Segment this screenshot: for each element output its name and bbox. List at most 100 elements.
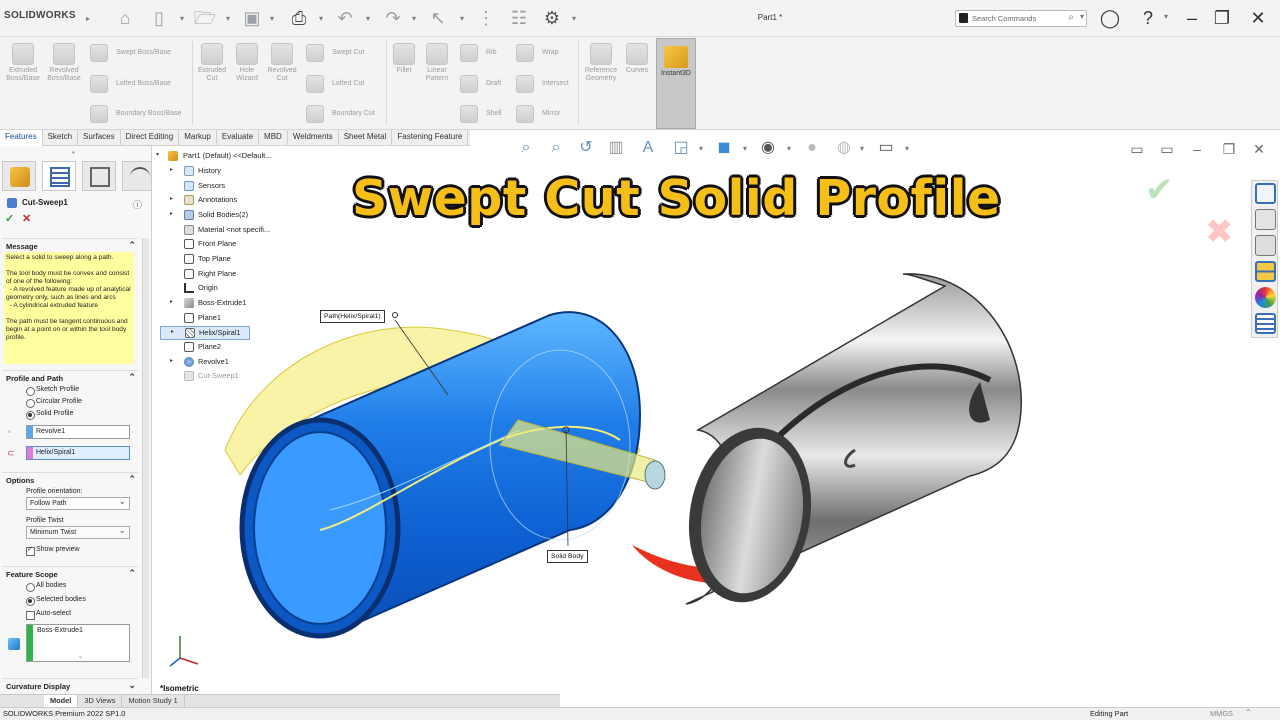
expand-arrow-icon[interactable]: ▸	[170, 298, 173, 305]
search-icon[interactable]: ⌕	[1068, 12, 1074, 23]
design-library-icon[interactable]	[1255, 209, 1276, 230]
home-icon[interactable]: ⌂	[113, 6, 137, 30]
body-list-item[interactable]: Boss-Extrude1	[37, 627, 83, 634]
intersect-button[interactable]: Intersect	[516, 74, 569, 94]
redo-icon[interactable]: ↷	[381, 6, 405, 30]
extruded-cut-button[interactable]: Extruded Cut	[196, 43, 228, 83]
view-palette-icon[interactable]	[1255, 261, 1276, 282]
swept-boss-button[interactable]: Swept Boss/Base	[90, 43, 171, 63]
viewport-tile-icon[interactable]: ▭	[1128, 140, 1146, 158]
file-explorer-icon[interactable]	[1255, 235, 1276, 256]
collapse-chevron-icon[interactable]: ⌃	[128, 568, 136, 579]
tab-direct-editing[interactable]: Direct Editing	[121, 130, 180, 146]
restore-window-icon[interactable]: ❐	[1210, 7, 1234, 29]
zoom-to-fit-icon[interactable]: ⌕	[515, 136, 537, 160]
revolved-boss-button[interactable]: Revolved Boss/Base	[44, 43, 84, 83]
panel-grip-icon[interactable]: •	[72, 148, 75, 157]
gear-icon[interactable]: ⚙	[540, 6, 564, 30]
wrap-button[interactable]: Wrap	[516, 43, 559, 63]
tab-sheet-metal[interactable]: Sheet Metal	[339, 130, 393, 146]
gear-dropdown-icon[interactable]: ▾	[572, 14, 576, 23]
hide-show-dropdown[interactable]: ▾	[787, 144, 791, 153]
display-style-dropdown[interactable]: ▾	[743, 144, 747, 153]
apply-scene-icon[interactable]: ◍	[833, 136, 855, 160]
tab-3d-views[interactable]: 3D Views	[78, 695, 123, 707]
edit-appearance-icon[interactable]: ●	[801, 136, 823, 160]
tab-markup[interactable]: Markup	[179, 130, 217, 146]
select-arrow-icon[interactable]: ↖	[426, 6, 450, 30]
linear-pattern-button[interactable]: Linear Pattern	[420, 43, 454, 83]
help-dropdown-icon[interactable]: ▾	[1164, 12, 1168, 21]
hole-wizard-button[interactable]: Hole Wizard	[231, 43, 263, 83]
zoom-area-icon[interactable]: ⌕	[545, 136, 567, 160]
minimize-window-icon[interactable]: –	[1180, 7, 1204, 29]
hide-show-items-icon[interactable]: ◉	[757, 136, 779, 160]
expand-arrow-icon[interactable]: ▸	[170, 166, 173, 173]
cancel-x-icon[interactable]: ✕	[22, 212, 31, 225]
solid-body-callout[interactable]: Solid Body	[547, 550, 588, 563]
open-folder-icon[interactable]: 🗁	[193, 6, 217, 30]
collapse-chevron-icon[interactable]: ⌃	[128, 240, 136, 251]
search-dropdown-icon[interactable]: ▾	[1080, 12, 1084, 21]
expand-arrow-icon[interactable]: ▸	[170, 210, 173, 217]
print-dropdown-icon[interactable]: ▾	[319, 14, 323, 23]
list-resize-grip[interactable]: ▿	[79, 654, 82, 661]
tab-mbd[interactable]: MBD	[259, 130, 288, 146]
unit-system[interactable]: MMGS	[1210, 709, 1233, 718]
lofted-cut-button[interactable]: Lofted Cut	[306, 74, 364, 94]
fillet-button[interactable]: Fillet	[391, 43, 417, 75]
orientation-select[interactable]: Follow Path	[26, 496, 130, 510]
swept-cut-button[interactable]: Swept Cut	[306, 43, 364, 63]
boundary-cut-button[interactable]: Boundary Cut	[306, 104, 375, 124]
help-icon[interactable]: ?	[1136, 7, 1160, 29]
revolved-cut-button[interactable]: Revolved Cut	[265, 43, 299, 83]
radio-sketch-profile[interactable]: Sketch Profile	[26, 386, 79, 396]
select-dropdown-icon[interactable]: ▾	[460, 14, 464, 23]
boundary-boss-button[interactable]: Boundary Boss/Base	[90, 104, 181, 124]
view-orientation-dropdown[interactable]: ▾	[699, 144, 703, 153]
radio-circular-profile[interactable]: Circular Profile	[26, 398, 82, 408]
print-icon[interactable]: ⎙	[287, 6, 311, 30]
lofted-boss-button[interactable]: Lofted Boss/Base	[90, 74, 171, 94]
extruded-boss-button[interactable]: Extruded Boss/Base	[4, 43, 42, 83]
viewport-maximize-icon[interactable]: ❐	[1220, 140, 1238, 158]
status-expand-icon[interactable]: ⌃	[1245, 708, 1252, 717]
graphics-area[interactable]	[200, 270, 1080, 650]
property-manager-tab[interactable]	[42, 161, 76, 191]
traffic-light-icon[interactable]: ⋮	[474, 6, 498, 30]
tab-weldments[interactable]: Weldments	[288, 130, 339, 146]
confirm-check-icon[interactable]: ✔	[1145, 170, 1174, 210]
view-settings-icon[interactable]: ▭	[875, 136, 897, 160]
save-dropdown-icon[interactable]: ▾	[270, 14, 274, 23]
open-dropdown-icon[interactable]: ▾	[226, 14, 230, 23]
path-callout[interactable]: Path(Helix/Spiral1)	[320, 310, 385, 323]
user-account-icon[interactable]: ◯	[1098, 7, 1122, 29]
new-document-icon[interactable]: ▯	[147, 6, 171, 30]
options-list-icon[interactable]: ☷	[507, 6, 531, 30]
viewport-close-icon[interactable]: ✕	[1250, 140, 1268, 158]
expand-arrow-icon[interactable]: ▸	[171, 328, 174, 335]
help-icon[interactable]: ⓘ	[133, 198, 142, 211]
search-input[interactable]: Search Commands ⌕	[955, 10, 1087, 27]
collapse-chevron-icon[interactable]: ⌃	[128, 372, 136, 383]
auto-select-checkbox[interactable]: Auto-select	[26, 610, 71, 620]
undo-icon[interactable]: ↶	[333, 6, 357, 30]
menu-arrow-icon[interactable]: ▸	[86, 14, 90, 23]
show-preview-checkbox[interactable]: Show preview	[26, 545, 80, 556]
previous-view-icon[interactable]: ↺	[575, 136, 597, 160]
section-view-icon[interactable]: ▥	[605, 136, 627, 160]
path-selection-box[interactable]: Helix/Spiral1	[26, 446, 130, 460]
apply-scene-dropdown[interactable]: ▾	[860, 144, 864, 153]
shell-button[interactable]: Shell	[460, 104, 502, 124]
display-style-icon[interactable]: ◼	[713, 136, 735, 160]
profile-selection-box[interactable]: Revolve1	[26, 425, 130, 439]
callout-pin-icon[interactable]	[392, 312, 398, 318]
expand-chevron-icon[interactable]: ⌄	[128, 680, 136, 691]
appearances-icon[interactable]	[1255, 287, 1276, 308]
feature-scope-section-header[interactable]: Feature Scope ⌃	[2, 566, 138, 579]
dynamic-annotation-icon[interactable]: A	[637, 136, 659, 160]
tab-fastening-feature[interactable]: Fastening Feature	[392, 130, 469, 146]
tab-features[interactable]: Features	[0, 130, 43, 146]
curvature-section-header[interactable]: Curvature Display ⌄	[2, 678, 138, 691]
close-window-icon[interactable]: ✕	[1246, 7, 1270, 29]
